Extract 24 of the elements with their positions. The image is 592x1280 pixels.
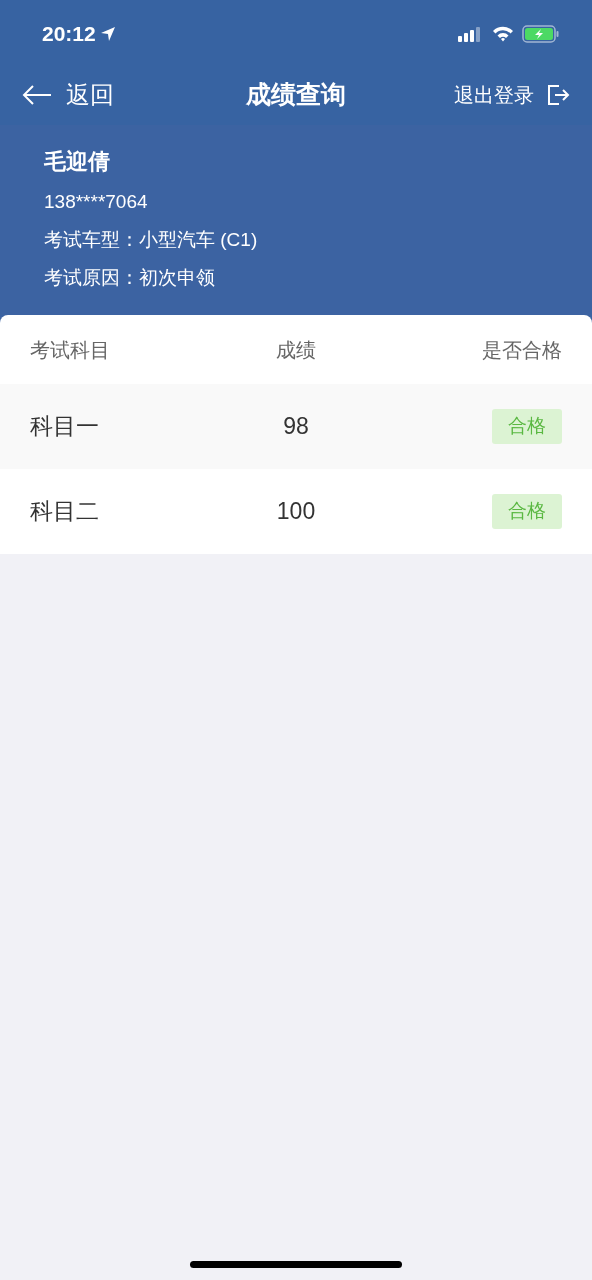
back-arrow-icon xyxy=(22,84,52,106)
field-label: 考试车型： xyxy=(44,228,139,252)
logout-button[interactable]: 退出登录 xyxy=(454,80,570,110)
subject-cell: 科目一 xyxy=(30,413,99,440)
column-header: 考试科目 xyxy=(30,338,110,361)
result-badge: 合格 xyxy=(492,494,562,529)
status-time: 20:12 xyxy=(42,20,96,47)
page-title: 成绩查询 xyxy=(246,79,346,111)
user-name: 毛迎倩 xyxy=(44,148,111,176)
logout-icon xyxy=(546,83,570,107)
wifi-icon xyxy=(492,25,514,42)
score-cell: 100 xyxy=(276,498,316,525)
result-badge: 合格 xyxy=(492,409,562,444)
subject-cell: 科目二 xyxy=(30,498,99,525)
location-arrow-icon xyxy=(99,25,116,42)
battery-icon xyxy=(522,24,560,43)
column-header: 是否合格 xyxy=(482,338,562,361)
field-label: 考试原因： xyxy=(44,266,139,290)
phone-number: 138****7064 xyxy=(44,190,149,214)
back-button[interactable]: 返回 xyxy=(22,77,114,113)
field-value: 初次申领 xyxy=(139,266,215,290)
column-header: 成绩 xyxy=(276,338,316,361)
field-value: 小型汽车 (C1) xyxy=(139,228,258,252)
score-cell: 98 xyxy=(283,413,309,440)
